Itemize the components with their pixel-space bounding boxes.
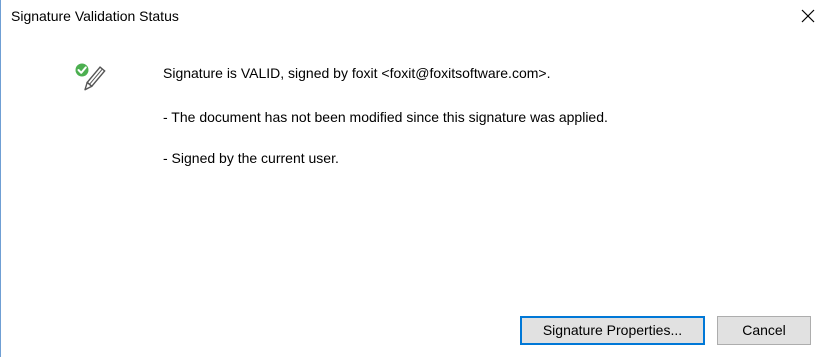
cancel-button[interactable]: Cancel [717,316,811,345]
signature-valid-icon [73,58,109,96]
status-valid-text: Signature is VALID, signed by foxit <fox… [163,65,551,81]
status-unmodified-text: - The document has not been modified sin… [163,109,608,125]
status-signer-text: - Signed by the current user. [163,150,339,166]
close-button[interactable] [793,2,823,30]
signature-validation-dialog: Signature Validation Status Signature is… [0,0,823,357]
close-icon [801,9,815,23]
title-bar: Signature Validation Status [1,0,823,32]
signature-properties-button[interactable]: Signature Properties... [520,316,705,345]
dialog-title: Signature Validation Status [11,8,179,24]
